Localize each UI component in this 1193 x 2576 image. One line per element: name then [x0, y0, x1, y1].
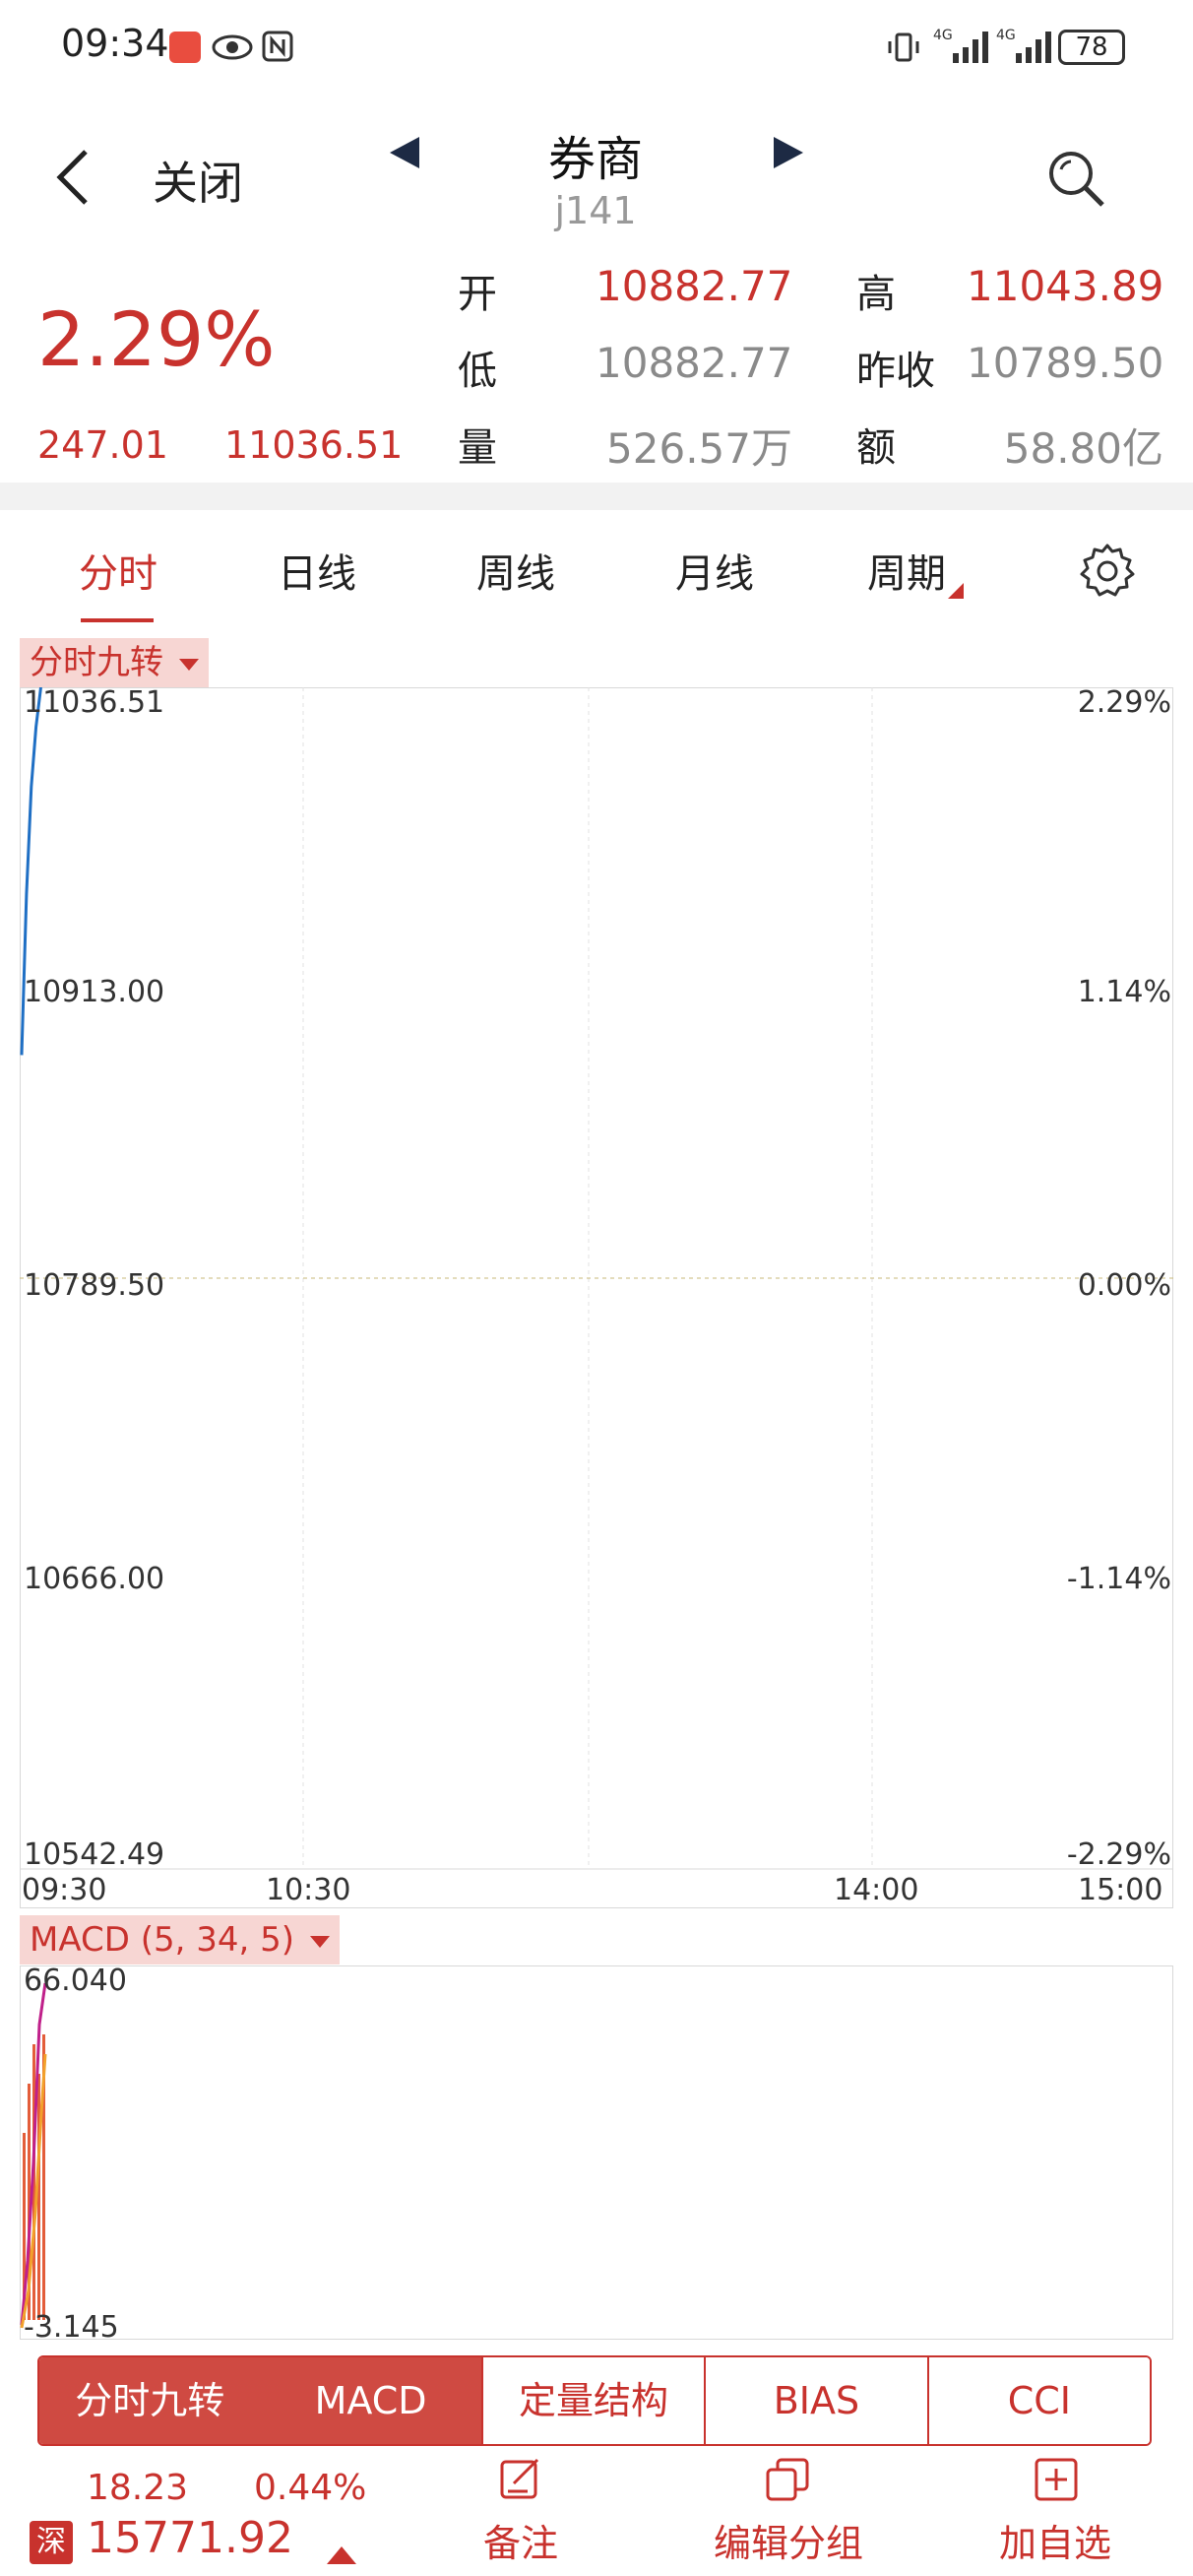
- tab-monthly[interactable]: 月线: [641, 542, 788, 599]
- macd-y-tick: -3.145: [24, 2310, 119, 2345]
- volume-value: 526.57万: [606, 424, 792, 473]
- gear-icon[interactable]: [1078, 542, 1137, 601]
- back-arrow-icon[interactable]: [54, 148, 94, 207]
- page-title: 券商: [547, 132, 643, 187]
- active-tab-indicator: [81, 618, 154, 622]
- index-change-pct: 0.44%: [254, 2468, 367, 2508]
- y-tick-left: 10666.00: [24, 1562, 165, 1596]
- prev-close-label: 昨收: [856, 349, 935, 394]
- amount-label: 额: [856, 425, 896, 471]
- index-change-value: 18.23: [87, 2468, 189, 2508]
- status-time: 09:34: [61, 22, 169, 65]
- section-divider: [0, 483, 1193, 510]
- indicator-selector[interactable]: 分时九转: [20, 638, 209, 687]
- y-tick-right: -2.29%: [1066, 1837, 1171, 1872]
- signal-4g-icon: 4G: [933, 28, 988, 63]
- macd-frame: [20, 1965, 1173, 2340]
- low-label: 低: [458, 349, 497, 394]
- nfc-icon: [262, 31, 293, 62]
- copy-group-icon[interactable]: [764, 2456, 811, 2503]
- indicator-tab-jiuzhuan[interactable]: 分时九转: [39, 2357, 261, 2444]
- stock-code: j141: [554, 189, 637, 232]
- macd-selector-label: MACD (5, 34, 5): [30, 1920, 295, 1960]
- x-tick: 15:00: [1078, 1873, 1163, 1907]
- y-tick-right: 0.00%: [1077, 1268, 1171, 1303]
- edit-group-button-label[interactable]: 编辑分组: [714, 2513, 863, 2567]
- open-value: 10882.77: [596, 262, 793, 310]
- indicator-tab-bias[interactable]: BIAS: [704, 2357, 927, 2444]
- intraday-chart[interactable]: [20, 687, 1173, 1908]
- eye-icon: [212, 34, 253, 60]
- chevron-down-icon: [310, 1935, 331, 1948]
- close-button[interactable]: 关闭: [153, 148, 243, 213]
- vibrate-icon: [888, 32, 919, 62]
- note-edit-icon[interactable]: [498, 2456, 545, 2503]
- expand-up-icon[interactable]: [327, 2546, 356, 2564]
- add-plus-icon[interactable]: [1033, 2456, 1080, 2503]
- prev-close-value: 10789.50: [967, 339, 1164, 387]
- app-notification-icon: [169, 32, 201, 63]
- current-price: 11036.51: [224, 423, 404, 467]
- change-percent: 2.29%: [37, 295, 276, 383]
- y-tick-left: 10913.00: [24, 975, 165, 1009]
- change-value: 247.01: [37, 423, 168, 467]
- note-button-label[interactable]: 备注: [483, 2513, 558, 2567]
- next-stock-icon[interactable]: [768, 133, 807, 172]
- y-tick-right: 2.29%: [1077, 685, 1171, 720]
- high-label: 高: [856, 272, 896, 317]
- x-tick: 09:30: [22, 1873, 107, 1907]
- search-icon[interactable]: [1045, 148, 1108, 211]
- open-label: 开: [458, 272, 497, 317]
- y-tick-left: 10542.49: [24, 1837, 165, 1872]
- x-tick: 10:30: [266, 1873, 351, 1907]
- indicator-tab-cci[interactable]: CCI: [926, 2357, 1150, 2444]
- y-tick-left: 10789.50: [24, 1268, 165, 1303]
- low-value: 10882.77: [596, 339, 793, 387]
- volume-label: 量: [458, 425, 497, 471]
- amount-value: 58.80亿: [1003, 424, 1163, 473]
- y-tick-left: 11036.51: [24, 685, 165, 720]
- macd-chart[interactable]: [20, 1965, 1173, 2340]
- tab-intraday[interactable]: 分时: [44, 542, 192, 599]
- svg-text:4G: 4G: [996, 28, 1016, 43]
- macd-y-tick: 66.040: [24, 1964, 127, 1998]
- dropdown-corner-icon: [948, 583, 964, 599]
- x-tick: 14:00: [834, 1873, 919, 1907]
- high-value: 11043.89: [967, 262, 1164, 310]
- tab-weekly[interactable]: 周线: [442, 542, 590, 599]
- battery-indicator: 78: [1058, 30, 1125, 65]
- signal-4g-icon: 4G: [996, 28, 1051, 63]
- y-tick-right: 1.14%: [1077, 975, 1171, 1009]
- indicator-tab-bar: 分时九转 MACD 定量结构 BIAS CCI: [37, 2355, 1152, 2446]
- macd-bar: [37, 2074, 40, 2320]
- add-watchlist-button-label[interactable]: 加自选: [999, 2513, 1111, 2567]
- tab-daily[interactable]: 日线: [243, 542, 391, 599]
- svg-text:4G: 4G: [933, 28, 953, 43]
- indicator-selector-label: 分时九转: [30, 643, 163, 682]
- indicator-tab-macd[interactable]: MACD: [260, 2357, 481, 2444]
- chevron-down-icon: [179, 658, 199, 671]
- market-badge: 深: [30, 2521, 73, 2564]
- prev-stock-icon[interactable]: [386, 133, 425, 172]
- macd-selector[interactable]: MACD (5, 34, 5): [20, 1915, 341, 1964]
- indicator-tab-structure[interactable]: 定量结构: [480, 2357, 705, 2444]
- index-value[interactable]: 15771.92: [87, 2513, 293, 2563]
- y-tick-right: -1.14%: [1066, 1562, 1171, 1596]
- status-bar: 09:34 4G 4G 78: [0, 0, 1193, 98]
- chart-frame: [20, 687, 1173, 1908]
